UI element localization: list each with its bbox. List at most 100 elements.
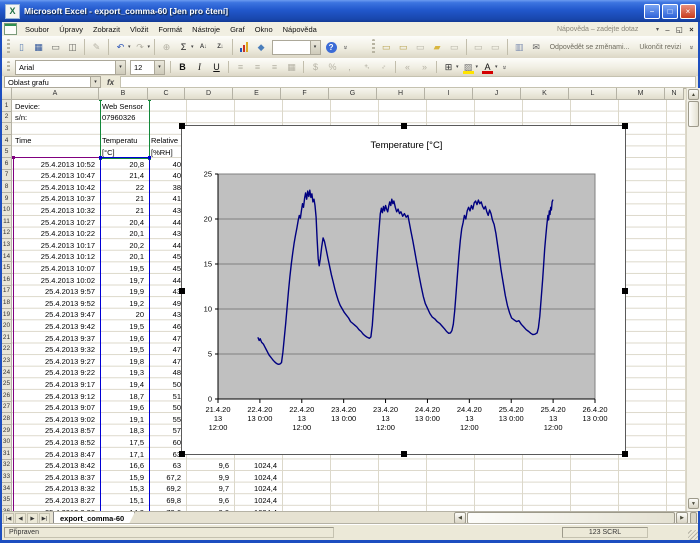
row-header-35[interactable]: 35: [2, 494, 12, 506]
cell-E32[interactable]: 1024,4: [236, 461, 277, 471]
cell-C8[interactable]: 38: [151, 183, 181, 193]
column-header-M[interactable]: M: [617, 88, 665, 100]
redo-button-dropdown-icon[interactable]: ▾: [148, 44, 151, 50]
undo-button-dropdown-icon[interactable]: ▾: [128, 44, 131, 50]
print-icon[interactable]: ▭: [48, 40, 63, 55]
scroll-right-icon[interactable]: ▶: [676, 512, 688, 524]
vertical-scrollbar[interactable]: ▲ ▼: [686, 88, 700, 511]
row-header-29[interactable]: 29: [2, 425, 12, 437]
row-header-22[interactable]: 22: [2, 344, 12, 356]
row-header-17[interactable]: 17: [2, 286, 12, 298]
font-size-combobox[interactable]: 12▾: [130, 60, 165, 75]
last-sheet-icon[interactable]: ▶|: [39, 513, 50, 524]
cell-A2[interactable]: s/n:: [15, 113, 95, 123]
save-icon[interactable]: ▦: [31, 40, 46, 55]
row-header-25[interactable]: 25: [2, 378, 12, 390]
previous-comment-icon[interactable]: ▭: [396, 40, 411, 55]
font-color-button[interactable]: A: [480, 60, 495, 75]
minimize-button[interactable]: −: [644, 4, 660, 19]
end-review-button[interactable]: Ukončit revizi: [634, 44, 686, 51]
reply-with-changes-button[interactable]: Odpovědět se změnami...: [545, 44, 635, 51]
cell-C24[interactable]: 48: [151, 368, 181, 378]
cell-D35[interactable]: 9,6: [188, 496, 229, 506]
row-header-1[interactable]: 1: [2, 100, 12, 112]
column-header-J[interactable]: J: [473, 88, 521, 100]
row-header-3[interactable]: 3: [2, 123, 12, 135]
cell-C20[interactable]: 46: [151, 322, 181, 332]
column-header-I[interactable]: I: [425, 88, 473, 100]
decrease-indent-icon[interactable]: «: [400, 60, 415, 75]
cell-D32[interactable]: 9,6: [188, 461, 229, 471]
underline-button[interactable]: U: [209, 60, 224, 75]
cell-C18[interactable]: 49: [151, 299, 181, 309]
scroll-left-icon[interactable]: ◀: [454, 512, 466, 524]
font-color-button-dropdown-icon[interactable]: ▾: [495, 64, 498, 70]
row-header-32[interactable]: 32: [2, 460, 12, 472]
row-header-21[interactable]: 21: [2, 332, 12, 344]
cell-E35[interactable]: 1024,4: [236, 496, 277, 506]
next-sheet-icon[interactable]: ▶: [27, 513, 38, 524]
row-header-11[interactable]: 11: [2, 216, 12, 228]
row-header-27[interactable]: 27: [2, 402, 12, 414]
cell-C5[interactable]: [%RH]: [151, 148, 181, 158]
chart-selection-handle[interactable]: [179, 288, 185, 294]
vertical-scroll-thumb[interactable]: [688, 101, 699, 127]
menu-nastroje[interactable]: Nástroje: [187, 23, 225, 36]
cell-C6[interactable]: 40: [151, 160, 181, 170]
toolbar-drag-handle[interactable]: [372, 39, 375, 54]
insert-comment-icon[interactable]: ▰: [430, 40, 445, 55]
workbook-minimize-button[interactable]: –: [662, 24, 673, 34]
row-header-33[interactable]: 33: [2, 471, 12, 483]
redo-button[interactable]: ↷: [133, 40, 148, 55]
name-box-dropdown-icon[interactable]: ▾: [91, 76, 101, 88]
menu-zobrazit[interactable]: Zobrazit: [88, 23, 125, 36]
row-header-34[interactable]: 34: [2, 483, 12, 495]
sort-ascending-icon[interactable]: A↓: [196, 40, 211, 55]
cell-C9[interactable]: 41: [151, 194, 181, 204]
menu-okno[interactable]: Okno: [250, 23, 278, 36]
cell-C4[interactable]: Relative: [151, 136, 181, 146]
row-header-4[interactable]: 4: [2, 135, 12, 147]
drawing-toolbar-icon[interactable]: ◆: [254, 40, 269, 55]
chart-wizard-icon[interactable]: [237, 40, 252, 55]
insert-function-icon[interactable]: fx: [107, 78, 114, 87]
update-file-icon[interactable]: ▥: [512, 40, 527, 55]
column-header-A[interactable]: A: [12, 88, 99, 100]
row-header-15[interactable]: 15: [2, 262, 12, 274]
column-header-G[interactable]: G: [329, 88, 377, 100]
delete-comment-icon[interactable]: ▭: [447, 40, 462, 55]
scrollbar-split-handle[interactable]: [690, 512, 697, 524]
italic-button[interactable]: I: [192, 60, 207, 75]
merge-center-icon[interactable]: ▦: [284, 60, 299, 75]
row-header-8[interactable]: 8: [2, 181, 12, 193]
row-header-20[interactable]: 20: [2, 320, 12, 332]
cell-C32[interactable]: 63: [151, 461, 181, 471]
help-query-dropdown-icon[interactable]: ▾: [653, 26, 662, 33]
cell-C27[interactable]: 50: [151, 403, 181, 413]
plot-area[interactable]: [218, 174, 595, 399]
resize-grip-icon[interactable]: [688, 530, 698, 540]
chart-selection-handle[interactable]: [622, 123, 628, 129]
cell-C10[interactable]: 43: [151, 206, 181, 216]
close-button[interactable]: ×: [680, 4, 696, 19]
row-header-9[interactable]: 9: [2, 193, 12, 205]
cell-A4[interactable]: Time: [15, 136, 95, 146]
cell-D34[interactable]: 9,7: [188, 484, 229, 494]
horizontal-scrollbar[interactable]: ◀ ▶: [454, 512, 698, 524]
autosum-button[interactable]: Σ: [176, 40, 191, 55]
previous-change-icon[interactable]: ▭: [471, 40, 486, 55]
temperature-chart[interactable]: 051015202521.4.201312:0022.4.2013 0:0022…: [181, 125, 626, 455]
column-header-N[interactable]: N: [665, 88, 684, 100]
print-preview-icon[interactable]: ◫: [65, 40, 80, 55]
sort-descending-icon[interactable]: Z↓: [213, 40, 228, 55]
autosum-button-dropdown-icon[interactable]: ▾: [191, 44, 194, 50]
workbook-restore-button[interactable]: ◱: [674, 24, 685, 34]
toolbar-options-formatting[interactable]: »: [500, 62, 507, 72]
row-header-13[interactable]: 13: [2, 239, 12, 251]
column-header-C[interactable]: C: [148, 88, 185, 100]
zoom-combobox[interactable]: ▾: [272, 40, 321, 55]
bold-button[interactable]: B: [175, 60, 190, 75]
cell-C17[interactable]: 43: [151, 287, 181, 297]
scroll-up-icon[interactable]: ▲: [688, 89, 699, 100]
select-all-corner[interactable]: [2, 88, 12, 100]
